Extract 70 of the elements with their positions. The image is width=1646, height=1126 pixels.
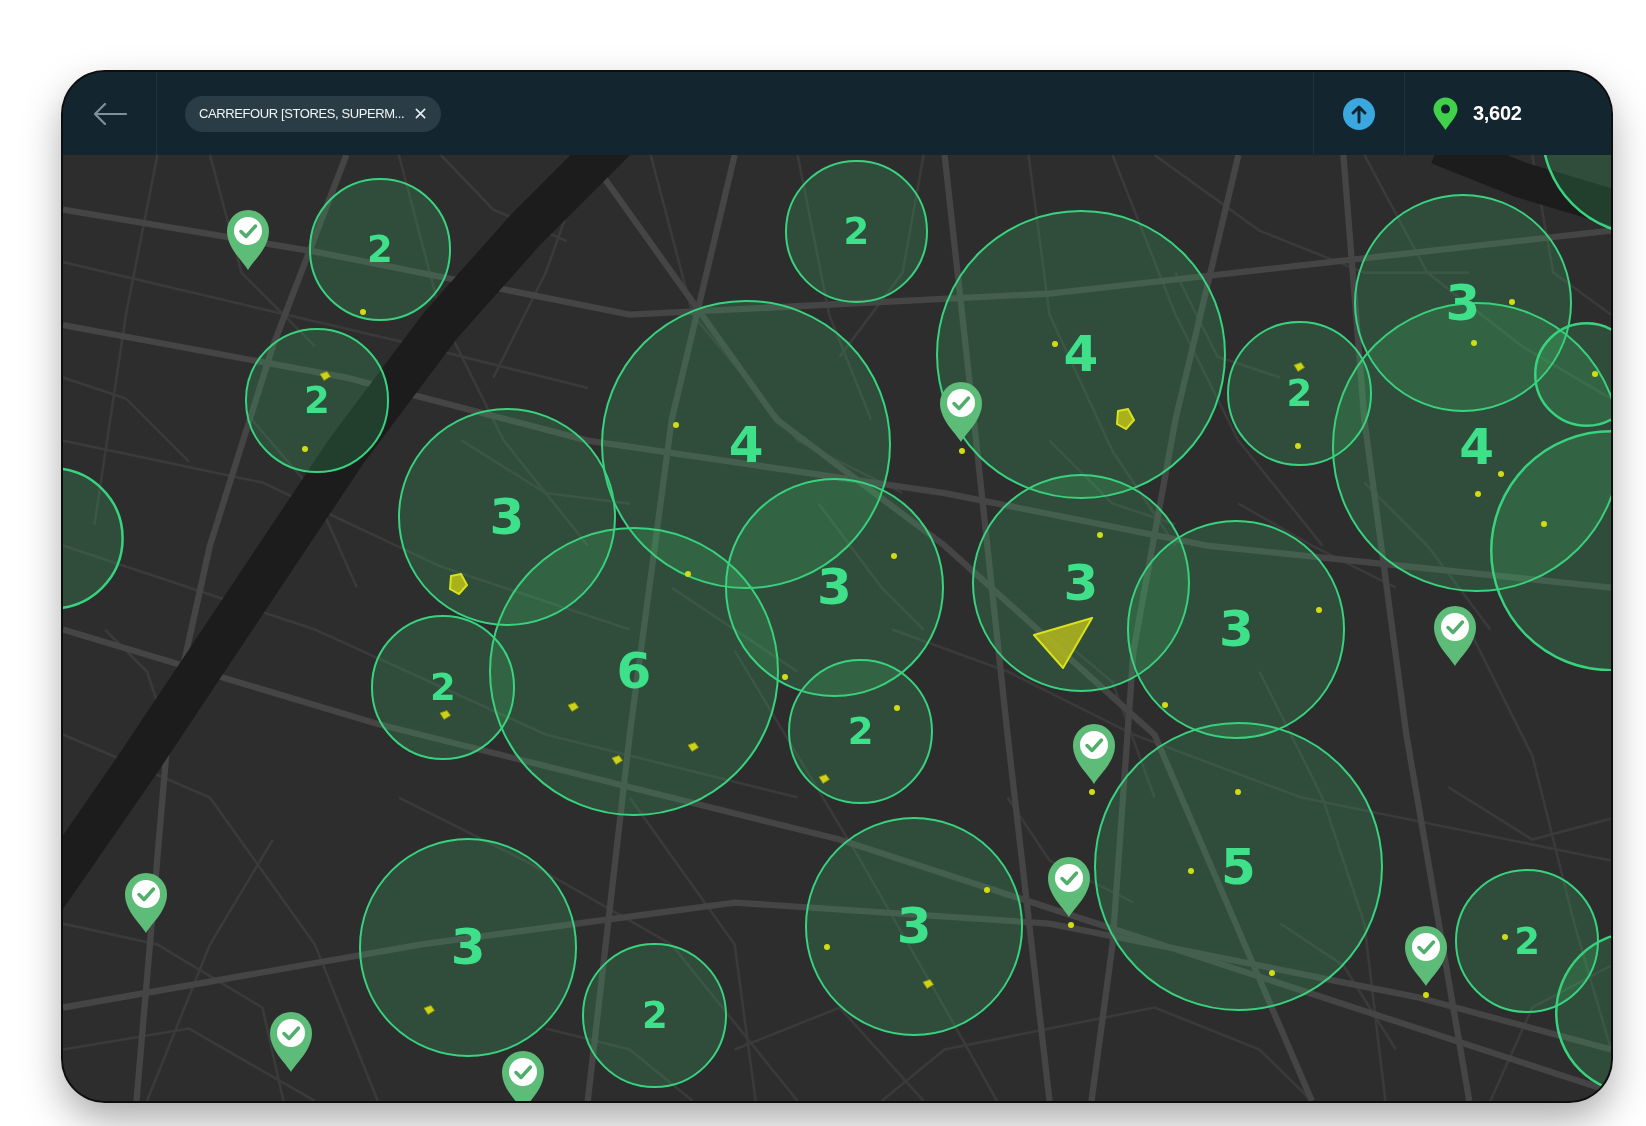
site-dot-icon [1235, 789, 1242, 796]
upload-button[interactable] [1313, 72, 1405, 155]
site-outline-icon [1033, 617, 1094, 669]
site-dot-icon [1470, 339, 1477, 346]
location-count: 3,602 [1473, 102, 1522, 125]
site-dot-icon [1497, 471, 1504, 478]
site-dot-icon [1540, 521, 1547, 528]
site-outline-icon [817, 774, 830, 785]
cluster-marker[interactable] [1534, 321, 1611, 427]
site-dot-icon [1188, 867, 1195, 874]
site-dot-icon [1502, 933, 1508, 940]
cluster-marker[interactable] [1490, 429, 1611, 672]
site-dot-icon [891, 552, 898, 559]
site-dot-icon [1269, 969, 1275, 976]
cluster-marker[interactable]: 3 [358, 838, 578, 1057]
check-pin-icon[interactable] [268, 1011, 313, 1074]
cluster-marker[interactable]: 2 [785, 160, 928, 303]
cluster-marker[interactable]: 2 [370, 614, 516, 760]
check-pin-icon[interactable] [1071, 722, 1116, 785]
site-outline-icon [319, 371, 332, 382]
site-outline-icon [567, 702, 580, 713]
site-dot-icon [1474, 491, 1481, 497]
site-dot-icon [782, 673, 789, 680]
cluster-marker[interactable]: 3 [805, 817, 1024, 1036]
site-dot-icon [983, 886, 990, 893]
site-dot-icon [1316, 607, 1323, 614]
site-dot-icon [1423, 991, 1430, 998]
check-pin-icon[interactable] [1432, 605, 1477, 668]
check-pin-icon[interactable] [500, 1050, 545, 1101]
location-pin-icon [1433, 97, 1458, 130]
site-outline-icon [686, 741, 699, 752]
site-dot-icon [1509, 298, 1516, 305]
cluster-marker[interactable]: 2 [244, 328, 390, 473]
cluster-marker[interactable] [63, 466, 124, 610]
check-pin-icon[interactable] [939, 380, 984, 443]
site-outline-icon [921, 979, 934, 990]
check-pin-icon[interactable] [123, 871, 168, 934]
cluster-marker[interactable]: 3 [1127, 520, 1346, 739]
filter-chip[interactable]: CARREFOUR [STORES, SUPERM... [185, 95, 442, 132]
site-outline-icon [439, 710, 451, 721]
site-dot-icon [1067, 922, 1074, 929]
cluster-marker[interactable]: 2 [308, 178, 452, 321]
site-outline-icon [1293, 362, 1306, 372]
site-dot-icon [672, 421, 679, 428]
site-outline-icon [423, 1005, 436, 1016]
site-dot-icon [959, 447, 966, 454]
cluster-marker[interactable]: 2 [788, 658, 933, 804]
site-outline-icon [447, 573, 468, 596]
cluster-marker[interactable]: 2 [1226, 320, 1372, 466]
cluster-marker[interactable]: 3 [397, 407, 617, 627]
cluster-marker[interactable]: 2 [582, 943, 728, 1088]
site-dot-icon [360, 309, 367, 316]
site-dot-icon [1592, 371, 1599, 378]
arrow-up-circle-icon [1343, 97, 1375, 130]
site-outline-icon [611, 754, 624, 765]
site-dot-icon [1161, 701, 1168, 708]
site-dot-icon [1051, 340, 1058, 347]
site-dot-icon [894, 705, 901, 712]
site-dot-icon [1295, 442, 1302, 449]
site-dot-icon [1088, 789, 1095, 796]
site-dot-icon [1096, 531, 1103, 538]
site-dot-icon [685, 570, 692, 577]
site-dot-icon [824, 944, 830, 951]
check-pin-icon[interactable] [1047, 856, 1092, 919]
site-dot-icon [302, 445, 309, 452]
close-icon[interactable] [415, 108, 427, 119]
check-pin-icon[interactable] [225, 208, 270, 271]
arrow-left-icon [92, 101, 127, 126]
check-pin-icon[interactable] [1404, 925, 1449, 988]
site-outline-icon [1115, 408, 1136, 431]
